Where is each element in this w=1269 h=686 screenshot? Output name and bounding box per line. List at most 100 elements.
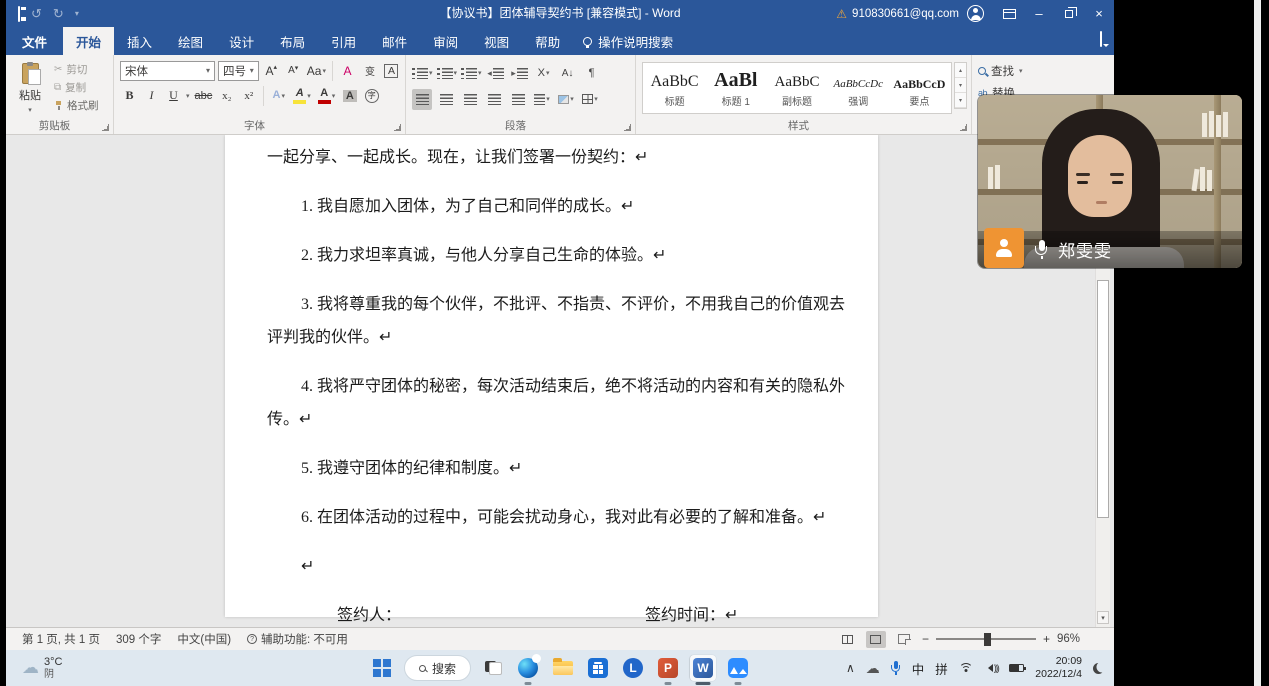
italic-button[interactable]: I [142,85,161,106]
battery-icon[interactable] [1009,664,1024,672]
tray-chevron-icon[interactable]: ∧ [846,661,855,675]
styles-gallery-more-icon[interactable]: ▾ [955,93,966,108]
text-effects-button[interactable]: A▾ [269,85,288,106]
bullets-button[interactable]: ▾ [412,63,433,84]
undo-icon[interactable]: ↺ [31,7,42,20]
distribute-button[interactable] [508,89,528,110]
search-input[interactable]: 搜索 [404,655,471,681]
style-keypoint[interactable]: AaBbCcD 要点 [890,65,949,111]
grow-font-button[interactable]: A▴ [262,60,281,81]
strikethrough-button[interactable]: abc [193,85,215,106]
zoom-out-button[interactable]: − [922,632,929,646]
word-count[interactable]: 309 个字 [116,631,161,647]
tab-review[interactable]: 审阅 [420,27,471,55]
account-email[interactable]: 910830661@qq.com [852,8,959,20]
text-highlight-button[interactable]: A ▾ [291,85,313,106]
tab-draw[interactable]: 绘图 [165,27,216,55]
paragraph-dialog-launcher-icon[interactable] [624,124,631,131]
onedrive-icon[interactable]: ☁ [866,660,880,677]
tab-help[interactable]: 帮助 [522,27,573,55]
shrink-font-button[interactable]: A▾ [284,60,303,81]
increase-indent-button[interactable]: ▸ [510,63,530,84]
meeting-app-button[interactable] [725,655,751,681]
style-subtitle[interactable]: AaBbC 副标题 [767,65,826,111]
tell-me-search[interactable]: 操作说明搜索 [583,27,673,55]
edge-button[interactable] [515,655,541,681]
numbering-button[interactable]: ▾ [437,63,458,84]
tab-view[interactable]: 视图 [471,27,522,55]
start-button[interactable] [369,655,395,681]
phonetic-guide-button[interactable]: 变 [360,60,379,81]
scroll-down-button[interactable]: ▾ [1097,611,1109,624]
align-left-button[interactable] [412,89,432,110]
character-shading-button[interactable]: A [340,85,359,106]
account-avatar-icon[interactable] [967,5,984,22]
style-emphasis[interactable]: AaBbCcDc 强调 [829,65,888,111]
enclose-characters-button[interactable]: 字 [362,85,381,106]
comments-button[interactable] [1100,32,1102,46]
style-heading1[interactable]: AaBl 标题 1 [706,65,765,111]
character-border-button[interactable]: A [382,60,401,81]
asian-layout-button[interactable]: X▾ [534,63,554,84]
blue-l-app-button[interactable]: L [620,655,646,681]
web-layout-button[interactable] [894,631,914,648]
powerpoint-button[interactable]: P [655,655,681,681]
scrollbar-thumb[interactable] [1097,280,1109,518]
redo-icon[interactable]: ↻ [53,7,64,20]
multilevel-list-button[interactable]: ▾ [461,63,482,84]
save-icon[interactable] [18,7,20,21]
change-case-button[interactable]: Aa▾ [306,60,327,81]
minimize-icon[interactable]: – [1024,0,1054,27]
show-marks-button[interactable]: ¶ [582,63,602,84]
ime-language[interactable]: 中 [912,659,925,678]
zoom-slider[interactable] [936,638,1036,640]
borders-button[interactable]: ▾ [580,89,600,110]
clear-formatting-button[interactable]: A [338,60,357,81]
chevron-down-icon[interactable]: ▾ [186,92,190,100]
cut-button[interactable]: ✂ 剪切 [54,62,99,77]
tab-design[interactable]: 设计 [216,27,267,55]
close-icon[interactable]: × [1084,0,1114,27]
zoom-level[interactable]: 96% [1057,633,1080,645]
word-button[interactable]: W [690,655,716,681]
justify-button[interactable] [484,89,504,110]
clock[interactable]: 20:09 2022/12/4 [1035,655,1082,681]
paste-button[interactable]: 粘贴 ▾ [12,60,48,119]
bold-button[interactable]: B [120,85,139,106]
language-indicator[interactable]: 中文(中国) [177,631,231,647]
styles-scroll-down-icon[interactable]: ▾ [955,78,966,93]
format-painter-button[interactable]: 格式刷 [54,98,99,113]
read-mode-button[interactable] [838,631,858,648]
tab-file[interactable]: 文件 [6,27,63,55]
sort-button[interactable]: A↓ [558,63,578,84]
tab-layout[interactable]: 布局 [267,27,318,55]
copy-button[interactable]: ⧉ 复制 [54,80,99,95]
styles-scroll-up-icon[interactable]: ▴ [955,63,966,78]
decrease-indent-button[interactable]: ◂ [486,63,506,84]
font-dialog-launcher-icon[interactable] [394,124,401,131]
tab-home[interactable]: 开始 [63,27,114,55]
subscript-button[interactable]: x₂ [217,85,236,106]
ime-mode[interactable]: 拼 [935,659,948,678]
superscript-button[interactable]: x² [239,85,258,106]
font-size-combobox[interactable]: 四号 ▾ [218,61,259,81]
restore-icon[interactable] [1054,0,1084,27]
document-page[interactable]: 一起分享、一起成长。现在，让我们签署一份契约：↵ 1. 我自愿加入团体，为了自己… [225,135,878,617]
style-title[interactable]: AaBbC 标题 [645,65,704,111]
accessibility-status[interactable]: ? 辅助功能: 不可用 [247,631,348,647]
mic-icon[interactable] [891,661,901,675]
task-view-button[interactable] [480,655,506,681]
font-color-button[interactable]: A ▾ [316,85,338,106]
volume-icon[interactable]: ))) [984,663,999,673]
find-button[interactable]: 查找 ▾ [978,60,1108,82]
zoom-in-button[interactable]: + [1043,632,1050,646]
wifi-icon[interactable] [959,663,973,674]
zoom-slider-thumb[interactable] [984,633,991,646]
shading-button[interactable]: ▾ [556,89,576,110]
align-right-button[interactable] [460,89,480,110]
tab-insert[interactable]: 插入 [114,27,165,55]
align-center-button[interactable] [436,89,456,110]
qat-more-icon[interactable]: ▾ [75,10,79,18]
font-name-combobox[interactable]: 宋体 ▾ [120,61,215,81]
clipboard-dialog-launcher-icon[interactable] [102,124,109,131]
